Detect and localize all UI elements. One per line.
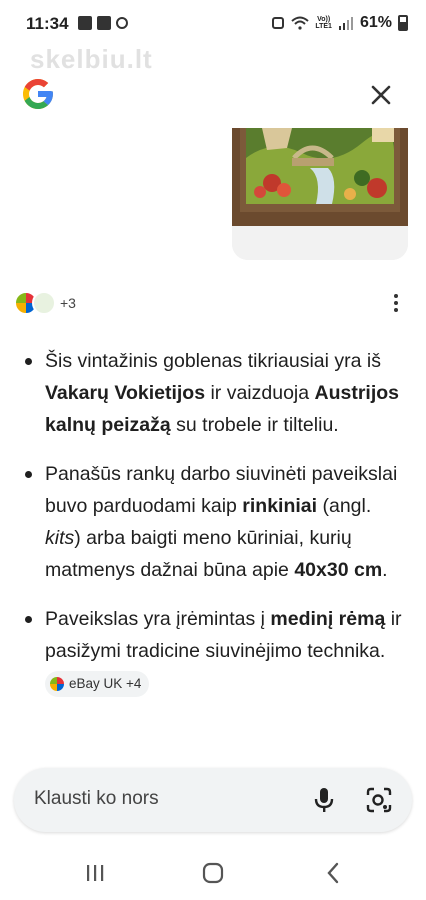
app-notification-icon xyxy=(116,17,128,29)
more-vert-icon xyxy=(394,294,398,298)
answer-list: Šis vintažinis goblenas tikriausiai yra … xyxy=(20,345,410,716)
bold-segment: 40x30 cm xyxy=(294,559,383,581)
google-logo-icon xyxy=(23,79,53,109)
more-options-button[interactable] xyxy=(386,292,406,314)
text-segment: Paveikslas yra įrėmintas į xyxy=(45,608,271,630)
source-icons xyxy=(14,291,58,315)
list-item: Paveikslas yra įrėmintas į medinį rėmą i… xyxy=(20,603,410,699)
lens-icon xyxy=(366,787,392,813)
more-vert-icon xyxy=(394,301,398,305)
lte-label: LTE1 xyxy=(315,23,332,30)
lens-search-button[interactable] xyxy=(364,785,394,815)
back-button[interactable] xyxy=(318,860,348,886)
source-chip-label: eBay UK +4 xyxy=(69,675,142,691)
status-time: 11:34 xyxy=(26,14,69,33)
ebay-icon xyxy=(50,676,64,691)
list-item: Panašūs rankų darbo siuvinėti paveikslai… xyxy=(20,458,410,586)
home-button[interactable] xyxy=(198,860,228,886)
card-notification-icon xyxy=(97,16,111,30)
system-nav-bar xyxy=(0,848,426,900)
ask-input[interactable]: Klausti ko nors xyxy=(34,788,159,810)
recents-button[interactable] xyxy=(80,860,110,886)
volte-label: Vo)) xyxy=(317,16,331,23)
alarm-icon xyxy=(272,17,285,29)
text-segment: (angl. xyxy=(317,495,372,517)
status-bar: 11:34 Vo)) LTE1 61% xyxy=(0,0,426,44)
text-segment: su trobele ir tilteliu. xyxy=(170,414,339,436)
more-vert-icon xyxy=(394,308,398,312)
ask-input-bar[interactable]: Klausti ko nors xyxy=(14,768,412,832)
close-icon xyxy=(371,85,391,105)
bold-segment: rinkiniai xyxy=(242,495,318,517)
italic-segment: kits xyxy=(45,527,75,549)
sources-row[interactable]: +3 xyxy=(14,290,76,316)
status-right: Vo)) LTE1 61% xyxy=(271,14,408,32)
network-type: Vo)) LTE1 xyxy=(315,16,332,30)
close-button[interactable] xyxy=(366,80,396,110)
scissors-source-icon xyxy=(32,291,56,315)
gallery-notification-icon xyxy=(78,16,92,30)
wifi-icon xyxy=(291,16,310,30)
home-icon xyxy=(202,862,224,884)
source-chip[interactable]: eBay UK +4 xyxy=(45,670,150,697)
list-item: Šis vintažinis goblenas tikriausiai yra … xyxy=(20,345,410,441)
recents-icon xyxy=(87,865,104,881)
bold-segment: medinį rėmą xyxy=(270,608,386,630)
text-segment: . xyxy=(382,559,388,581)
tapestry-image[interactable] xyxy=(232,128,408,260)
back-icon xyxy=(327,862,339,884)
bold-segment: Vakarų Vokietijos xyxy=(45,382,206,404)
battery-icon xyxy=(398,15,408,31)
sources-count: +3 xyxy=(60,295,76,311)
battery-percent: 61% xyxy=(359,14,392,31)
tapestry-picture xyxy=(232,128,408,260)
microphone-icon xyxy=(314,788,334,812)
watermark: skelbiu.lt xyxy=(30,44,153,74)
voice-search-button[interactable] xyxy=(310,786,338,814)
signal-icon xyxy=(338,17,353,30)
text-segment: Šis vintažinis goblenas tikriausiai yra … xyxy=(45,350,381,372)
text-segment: ir vaizduoja xyxy=(205,382,315,404)
notification-icons xyxy=(78,16,128,30)
